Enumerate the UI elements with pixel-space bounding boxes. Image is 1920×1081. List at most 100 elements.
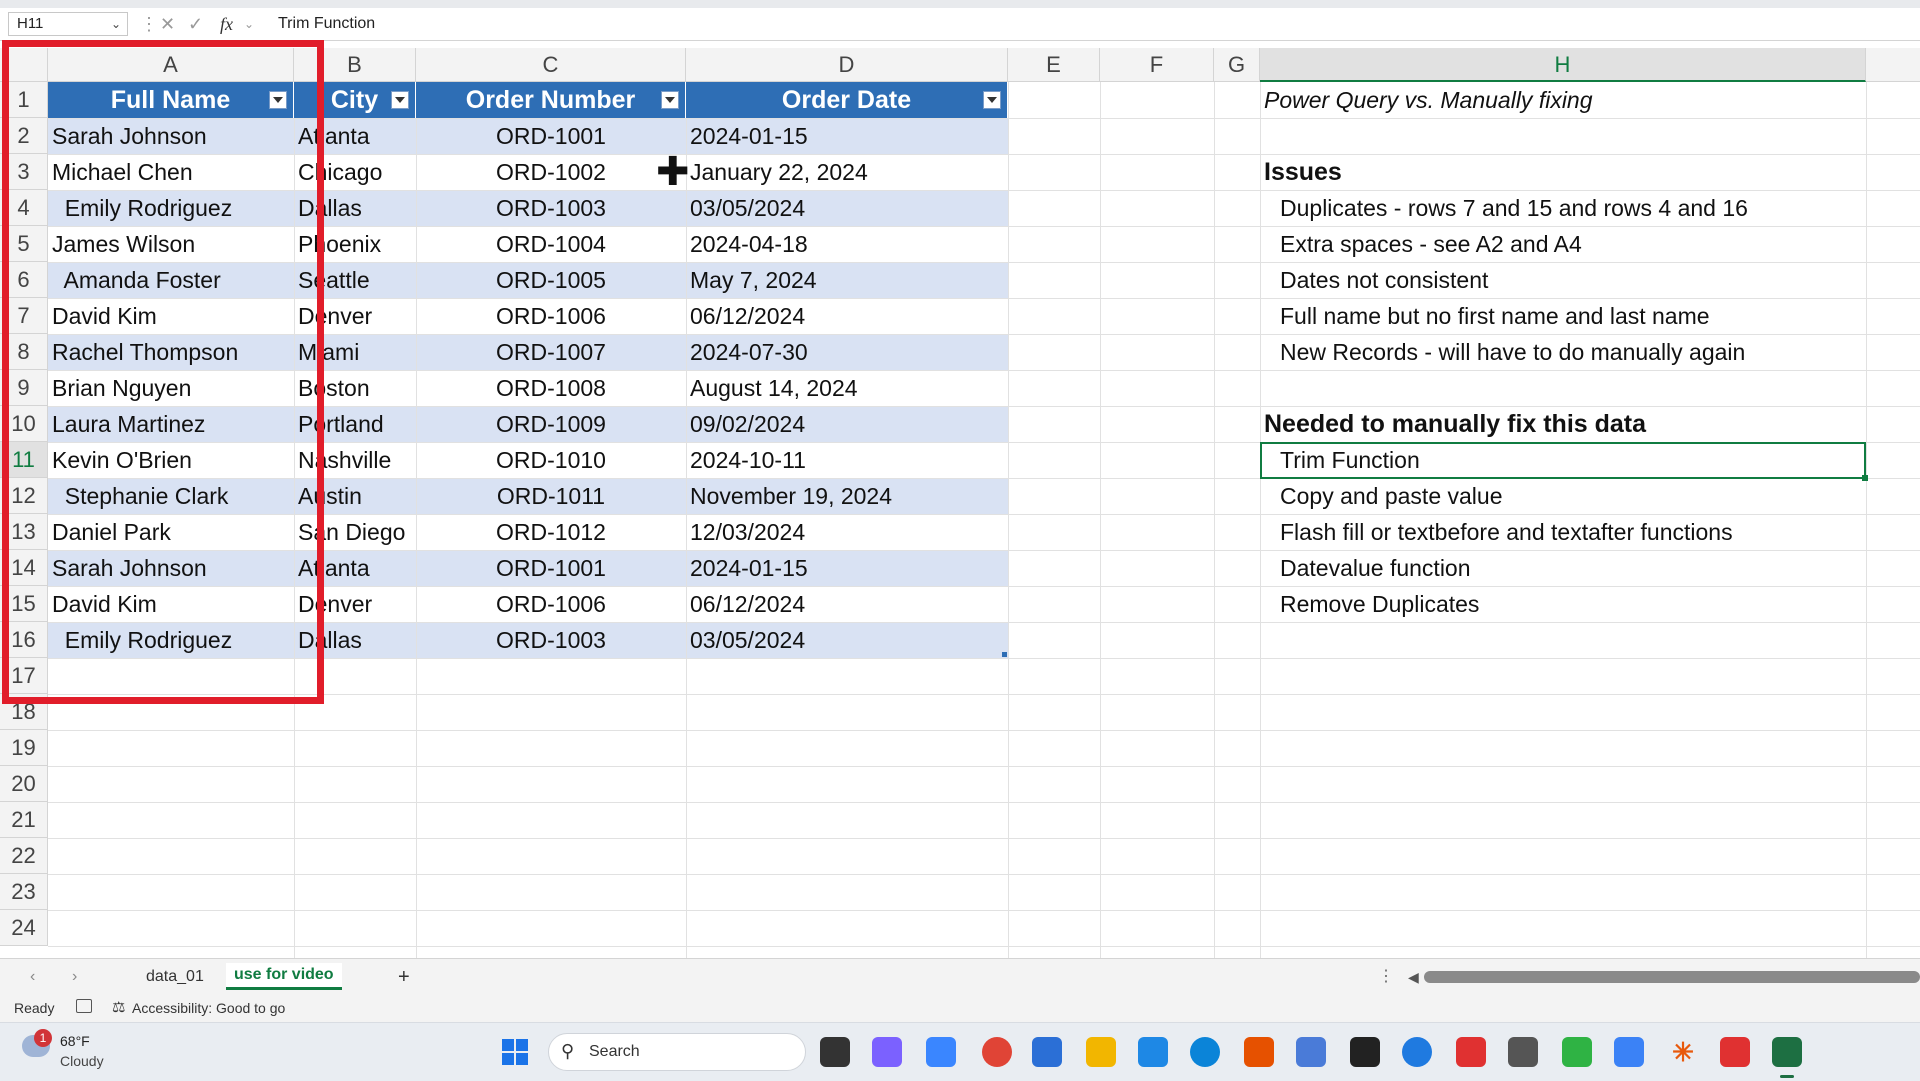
windows-start-icon[interactable] <box>502 1039 528 1065</box>
add-sheet-button[interactable]: + <box>398 965 410 989</box>
column-header-h[interactable]: H <box>1260 48 1866 82</box>
scroll-right-icon[interactable]: › <box>72 965 77 989</box>
cell-d16[interactable]: 03/05/2024 <box>686 622 1008 658</box>
cell-c9[interactable]: ORD-1008 <box>416 370 686 406</box>
cell-d3[interactable]: January 22, 2024 <box>686 154 1008 190</box>
outlook-icon[interactable] <box>1032 1037 1062 1067</box>
claude-icon[interactable]: ✳ <box>1668 1037 1698 1067</box>
row-header[interactable]: 20 <box>0 766 48 802</box>
cell-c14[interactable]: ORD-1001 <box>416 550 686 586</box>
fx-chevron-down-icon[interactable]: ⌄ <box>244 12 254 36</box>
cell-d15[interactable]: 06/12/2024 <box>686 586 1008 622</box>
excel-icon[interactable] <box>1772 1037 1802 1067</box>
cell-c15[interactable]: ORD-1006 <box>416 586 686 622</box>
cell-d5[interactable]: 2024-04-18 <box>686 226 1008 262</box>
notion-icon[interactable] <box>1350 1037 1380 1067</box>
row-header[interactable]: 23 <box>0 874 48 910</box>
cell-d10[interactable]: 09/02/2024 <box>686 406 1008 442</box>
cell-c12[interactable]: ORD-1011 <box>416 478 686 514</box>
reader-app-icon[interactable] <box>1244 1037 1274 1067</box>
fix-item[interactable]: Copy and paste value <box>1280 478 1878 514</box>
issue-item[interactable]: Dates not consistent <box>1280 262 1878 298</box>
cell-d8[interactable]: 2024-07-30 <box>686 334 1008 370</box>
remote-desktop-icon[interactable] <box>1508 1037 1538 1067</box>
fix-heading[interactable]: Needed to manually fix this data <box>1264 406 1862 442</box>
fix-item[interactable]: Flash fill or textbefore and textafter f… <box>1280 514 1878 550</box>
accessibility-status[interactable]: Accessibility: Good to go <box>132 1000 285 1016</box>
name-box[interactable]: H11 ⌄ <box>8 12 128 36</box>
issue-item[interactable]: Full name but no first name and last nam… <box>1280 298 1878 334</box>
weather-temp[interactable]: 68°F <box>60 1033 90 1049</box>
cell-c6[interactable]: ORD-1005 <box>416 262 686 298</box>
microsoft-365-icon[interactable] <box>926 1037 956 1067</box>
cell-c11[interactable]: ORD-1010 <box>416 442 686 478</box>
filter-dropdown-icon[interactable] <box>661 91 679 109</box>
cell-d2[interactable]: 2024-01-15 <box>686 118 1008 154</box>
accessibility-icon[interactable]: ⚖ <box>112 998 125 1016</box>
column-header-f[interactable]: F <box>1100 48 1214 82</box>
s-app-icon[interactable] <box>1614 1037 1644 1067</box>
enter-icon[interactable]: ✓ <box>188 12 203 36</box>
macro-record-icon[interactable] <box>76 999 92 1013</box>
taskbar-search-box[interactable]: ⚲ Search <box>548 1033 806 1071</box>
cell-c5[interactable]: ORD-1004 <box>416 226 686 262</box>
cell-c2[interactable]: ORD-1001 <box>416 118 686 154</box>
file-explorer-icon[interactable] <box>1086 1037 1116 1067</box>
teams-icon[interactable] <box>872 1037 902 1067</box>
fill-handle[interactable] <box>1862 475 1868 481</box>
filter-dropdown-icon[interactable] <box>391 91 409 109</box>
column-header-e[interactable]: E <box>1008 48 1100 82</box>
cancel-icon[interactable]: ✕ <box>160 12 175 36</box>
cell-d11[interactable]: 2024-10-11 <box>686 442 1008 478</box>
cell-c3[interactable]: ORD-1002 <box>416 154 686 190</box>
horizontal-scrollbar[interactable] <box>1424 971 1920 983</box>
issue-item[interactable]: New Records - will have to do manually a… <box>1280 334 1878 370</box>
cell-d9[interactable]: August 14, 2024 <box>686 370 1008 406</box>
edge-icon[interactable] <box>1402 1037 1432 1067</box>
active-cell-h11[interactable] <box>1260 442 1866 479</box>
sheet-tab-use-for-video[interactable]: use for video <box>226 963 342 990</box>
column-header-c[interactable]: C <box>416 48 686 82</box>
row-header[interactable]: 24 <box>0 910 48 946</box>
cell-c4[interactable]: ORD-1003 <box>416 190 686 226</box>
issue-item[interactable]: Extra spaces - see A2 and A4 <box>1280 226 1878 262</box>
cell-c16[interactable]: ORD-1003 <box>416 622 686 658</box>
more-options-icon[interactable]: ⋮ <box>140 12 158 36</box>
calendar-app-icon[interactable] <box>1296 1037 1326 1067</box>
note-title[interactable]: Power Query vs. Manually fixing <box>1264 82 1862 118</box>
column-header-g[interactable]: G <box>1214 48 1260 82</box>
fix-item[interactable]: Datevalue function <box>1280 550 1878 586</box>
fix-item[interactable]: Remove Duplicates <box>1280 586 1878 622</box>
network-app-icon[interactable] <box>1138 1037 1168 1067</box>
insert-function-icon[interactable]: fx <box>220 12 233 36</box>
weather-desc[interactable]: Cloudy <box>60 1053 104 1069</box>
task-view-icon[interactable] <box>820 1037 850 1067</box>
cell-d7[interactable]: 06/12/2024 <box>686 298 1008 334</box>
table-header-c[interactable]: Order Number <box>416 82 686 118</box>
cell-d4[interactable]: 03/05/2024 <box>686 190 1008 226</box>
chrome-icon[interactable] <box>982 1037 1012 1067</box>
table-header-d[interactable]: Order Date <box>686 82 1008 118</box>
cell-c13[interactable]: ORD-1012 <box>416 514 686 550</box>
worksheet-grid[interactable]: A B C D E F G H 1 2 3 4 5 6 7 8 9 10 11 12 13 14 15 16 17 18 19 20 2… <box>0 40 1920 958</box>
row-header[interactable]: 21 <box>0 802 48 838</box>
table-resize-handle[interactable] <box>1002 652 1007 657</box>
cell-d6[interactable]: May 7, 2024 <box>686 262 1008 298</box>
row-header[interactable]: 19 <box>0 730 48 766</box>
formula-input[interactable]: Trim Function <box>278 12 375 36</box>
cell-c8[interactable]: ORD-1007 <box>416 334 686 370</box>
column-header-d[interactable]: D <box>686 48 1008 82</box>
snagit-icon[interactable] <box>1456 1037 1486 1067</box>
chevron-down-icon[interactable]: ⌄ <box>111 13 121 35</box>
more-options-icon[interactable]: ⋮ <box>1378 965 1394 989</box>
cell-d14[interactable]: 2024-01-15 <box>686 550 1008 586</box>
cell-c7[interactable]: ORD-1006 <box>416 298 686 334</box>
edge-dev-icon[interactable] <box>1190 1037 1220 1067</box>
camtasia-icon[interactable] <box>1562 1037 1592 1067</box>
issue-item[interactable]: Duplicates - rows 7 and 15 and rows 4 an… <box>1280 190 1878 226</box>
row-header[interactable]: 22 <box>0 838 48 874</box>
cell-d13[interactable]: 12/03/2024 <box>686 514 1008 550</box>
hscroll-left-icon[interactable]: ◀ <box>1408 965 1419 989</box>
c-app-icon[interactable] <box>1720 1037 1750 1067</box>
cell-d12[interactable]: November 19, 2024 <box>686 478 1008 514</box>
